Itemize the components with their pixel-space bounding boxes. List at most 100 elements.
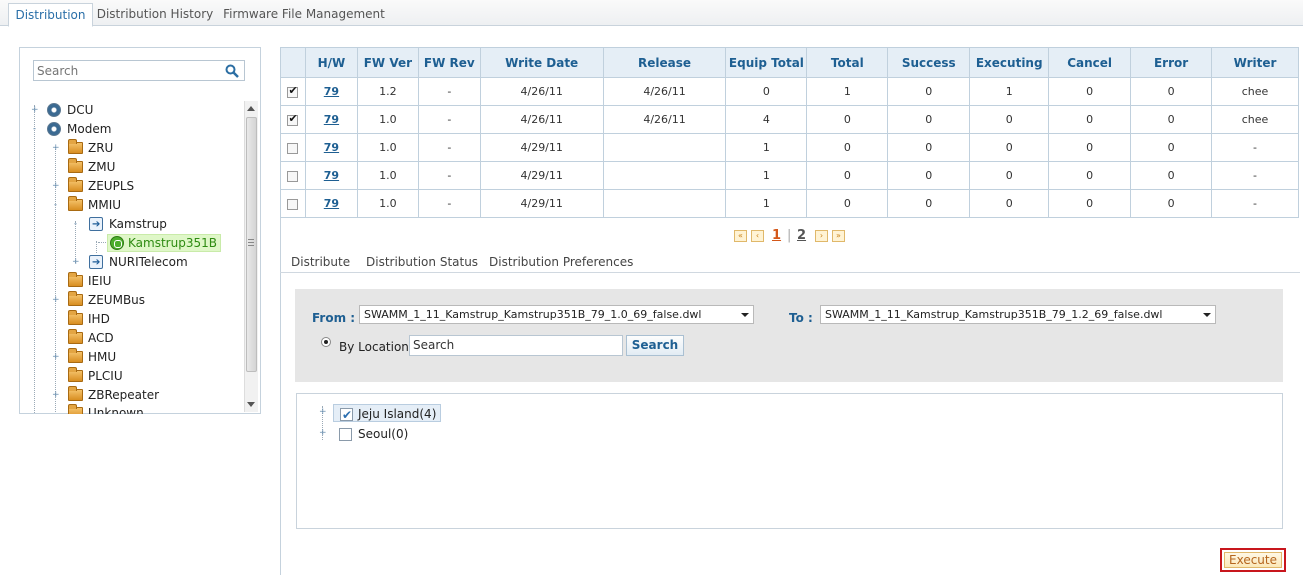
header-writer[interactable]: Writer bbox=[1211, 47, 1299, 78]
tree-node-label: ZRU bbox=[88, 141, 114, 155]
cell-equip-total: 1 bbox=[725, 189, 808, 218]
row-checkbox[interactable] bbox=[287, 84, 299, 98]
expand-icon[interactable]: + bbox=[52, 144, 60, 153]
header-fw-rev[interactable]: FW Rev bbox=[417, 47, 481, 78]
expand-icon[interactable]: + bbox=[319, 428, 327, 438]
cell-release: 4/26/11 bbox=[602, 77, 727, 106]
tab-firmware-file-management[interactable]: Firmware File Management bbox=[221, 3, 387, 26]
location-item-jeju[interactable]: Jeju Island(4) bbox=[333, 404, 441, 424]
cell-success: 0 bbox=[887, 161, 971, 190]
row-select-cell bbox=[280, 105, 306, 134]
folder-icon bbox=[68, 177, 83, 192]
tab-distribution-status[interactable]: Distribution Status bbox=[366, 255, 478, 269]
expand-icon[interactable]: + bbox=[52, 182, 60, 191]
execute-button[interactable]: Execute bbox=[1220, 548, 1286, 572]
tree-node-label: Unknown bbox=[88, 406, 144, 414]
cell-fw-ver: 1.0 bbox=[356, 189, 419, 218]
location-search-button[interactable]: Search bbox=[626, 335, 684, 356]
cell-total: 0 bbox=[806, 189, 889, 218]
table-row[interactable]: 791.0-4/26/114/26/11400000chee bbox=[280, 105, 1299, 134]
expand-icon[interactable]: + bbox=[52, 391, 60, 400]
row-select-cell bbox=[280, 189, 306, 218]
cell-equip-total: 1 bbox=[725, 161, 808, 190]
expand-icon[interactable]: + bbox=[52, 353, 60, 362]
table-row[interactable]: 79 1.0-4/29/11 1 0 0 0 0 0- bbox=[280, 133, 1299, 162]
cell-total: 0 bbox=[806, 105, 889, 134]
cell-release bbox=[602, 189, 727, 218]
table-row[interactable]: 79 1.0-4/29/11 1 0 0 0 0 0- bbox=[280, 161, 1299, 190]
last-page-button[interactable]: » bbox=[832, 230, 845, 242]
cell-success: 0 bbox=[887, 189, 971, 218]
page-2-link[interactable]: 2 bbox=[797, 228, 806, 243]
row-checkbox[interactable] bbox=[287, 112, 299, 126]
header-executing[interactable]: Executing bbox=[969, 47, 1050, 78]
header-fw-ver[interactable]: FW Ver bbox=[356, 47, 419, 78]
header-equip-total[interactable]: Equip Total bbox=[725, 47, 808, 78]
scroll-down-icon[interactable] bbox=[247, 402, 255, 407]
row-select-cell bbox=[280, 77, 306, 106]
header-release[interactable]: Release bbox=[602, 47, 727, 78]
to-file-select[interactable]: SWAMM_1_11_Kamstrup_Kamstrup351B_79_1.2_… bbox=[820, 305, 1216, 324]
tree-search-box bbox=[33, 60, 245, 81]
tree-search-input[interactable] bbox=[34, 61, 224, 80]
table-row[interactable]: 791.2-4/26/114/26/11010100chee bbox=[280, 77, 1299, 106]
header-write-date[interactable]: Write Date bbox=[479, 47, 604, 78]
next-page-button[interactable]: › bbox=[815, 230, 828, 242]
cell-hw[interactable]: 79 bbox=[304, 189, 358, 218]
first-page-button[interactable]: « bbox=[734, 230, 747, 242]
scroll-up-icon[interactable] bbox=[247, 106, 255, 111]
header-hw[interactable]: H/W bbox=[304, 47, 358, 78]
cell-hw[interactable]: 79 bbox=[304, 161, 358, 190]
tab-distribution[interactable]: Distribution bbox=[8, 3, 93, 27]
cell-error: 0 bbox=[1130, 133, 1213, 162]
tree-scrollbar[interactable] bbox=[244, 101, 258, 412]
header-cancel[interactable]: Cancel bbox=[1048, 47, 1132, 78]
from-file-value: SWAMM_1_11_Kamstrup_Kamstrup351B_79_1.0_… bbox=[364, 308, 702, 321]
header-error[interactable]: Error bbox=[1130, 47, 1213, 78]
expand-icon[interactable]: + bbox=[31, 106, 39, 115]
db-icon bbox=[47, 103, 61, 117]
folder-icon bbox=[68, 291, 83, 306]
tree-view: + DCU - Modem + ZRU ZMU + ZEUPLS - MMIU bbox=[26, 101, 250, 414]
expand-icon[interactable]: + bbox=[52, 296, 60, 305]
location-checkbox[interactable] bbox=[339, 428, 352, 441]
prev-page-button[interactable]: ‹ bbox=[751, 230, 764, 242]
cell-total: 0 bbox=[806, 133, 889, 162]
cell-fw-ver: 1.0 bbox=[356, 133, 419, 162]
from-label: From : bbox=[312, 311, 356, 325]
header-success[interactable]: Success bbox=[887, 47, 971, 78]
pager-separator: | bbox=[787, 228, 792, 243]
by-location-radio[interactable] bbox=[321, 337, 331, 347]
table-row[interactable]: 79 1.0-4/29/11 1 0 0 0 0 0- bbox=[280, 189, 1299, 218]
row-checkbox[interactable] bbox=[287, 198, 299, 210]
folder-icon bbox=[68, 386, 83, 401]
row-checkbox[interactable] bbox=[287, 142, 299, 154]
cell-hw[interactable]: 79 bbox=[304, 77, 358, 106]
grip-icon bbox=[248, 239, 254, 246]
location-search-input[interactable]: Search bbox=[409, 335, 623, 356]
tab-distribute[interactable]: Distribute bbox=[291, 255, 350, 269]
expand-icon[interactable]: + bbox=[319, 407, 327, 417]
collapse-icon[interactable]: - bbox=[72, 220, 79, 229]
from-file-select[interactable]: SWAMM_1_11_Kamstrup_Kamstrup351B_79_1.0_… bbox=[359, 305, 754, 324]
header-total[interactable]: Total bbox=[806, 47, 889, 78]
tab-distribution-preferences[interactable]: Distribution Preferences bbox=[489, 255, 633, 269]
collapse-icon[interactable]: - bbox=[52, 201, 59, 210]
location-list: Jeju Island(4) + Seoul(0) + bbox=[296, 393, 1283, 529]
search-icon[interactable] bbox=[224, 63, 240, 79]
location-item-seoul[interactable]: Seoul(0) bbox=[333, 425, 453, 443]
cell-hw[interactable]: 79 bbox=[304, 105, 358, 134]
page-1-link[interactable]: 1 bbox=[772, 228, 781, 243]
tab-distribution-history[interactable]: Distribution History bbox=[96, 3, 214, 26]
folder-icon bbox=[68, 139, 83, 154]
cell-write-date: 4/29/11 bbox=[479, 161, 604, 190]
tree-node-label: ZMU bbox=[88, 160, 116, 174]
cell-cancel: 0 bbox=[1048, 105, 1132, 134]
expand-icon[interactable]: + bbox=[72, 258, 80, 267]
location-checkbox[interactable] bbox=[340, 406, 353, 424]
cell-equip-total: 0 bbox=[725, 77, 808, 106]
cell-hw[interactable]: 79 bbox=[304, 133, 358, 162]
tree-node-label: IHD bbox=[88, 312, 110, 326]
collapse-icon[interactable]: - bbox=[31, 125, 38, 134]
row-checkbox[interactable] bbox=[287, 170, 299, 182]
